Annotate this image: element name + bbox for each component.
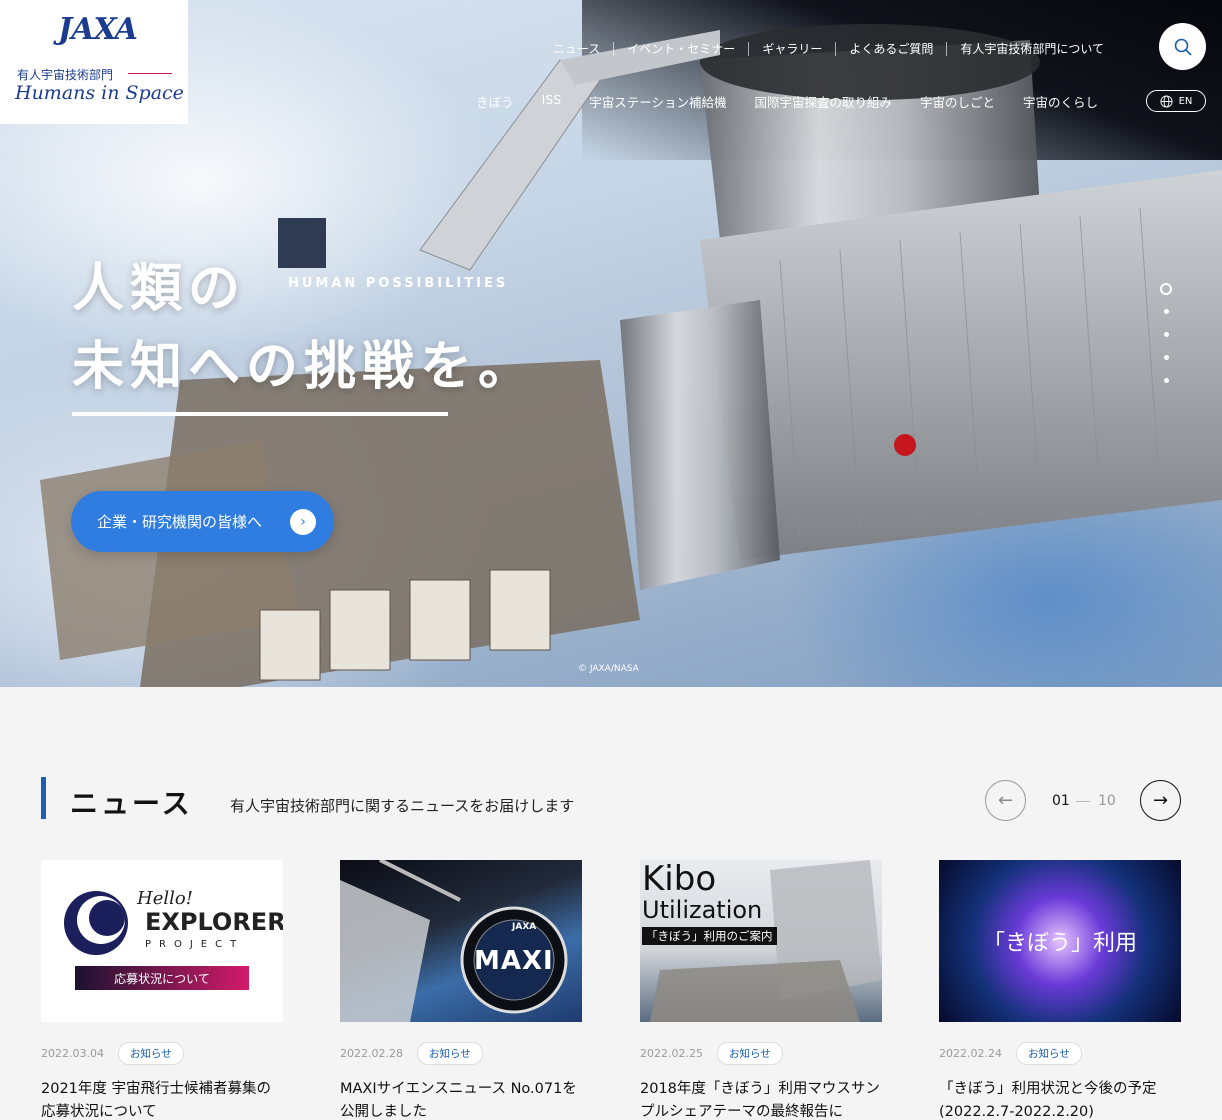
jaxa-logo: JAXA xyxy=(58,12,138,47)
thumb-hello-text: Hello! xyxy=(137,888,193,909)
news-card[interactable]: Hello! EXPLORERS PROJECT 応募状況について 2022.0… xyxy=(41,860,283,1120)
news-heading: ニュース xyxy=(70,787,193,820)
news-meta: 2022.02.28 お知らせ xyxy=(340,1041,582,1065)
main-nav-space-jobs[interactable]: 宇宙のしごと xyxy=(920,92,995,111)
thumb-kibo-text: Kibo xyxy=(642,860,717,899)
main-nav-space-life[interactable]: 宇宙のくらし xyxy=(1023,92,1098,111)
search-icon xyxy=(1174,38,1192,56)
main-nav-exploration[interactable]: 国際宇宙探査の取り組み xyxy=(754,92,892,111)
business-cta-button[interactable]: 企業・研究機関の皆様へ › xyxy=(71,491,334,552)
globe-icon xyxy=(1160,94,1173,108)
news-page-current: 01 xyxy=(1052,793,1070,809)
news-category-badge[interactable]: お知らせ xyxy=(416,1041,483,1065)
top-nav-about[interactable]: 有人宇宙技術部門について xyxy=(946,42,1117,56)
top-nav-events[interactable]: イベント・セミナー xyxy=(613,42,748,56)
news-date: 2022.02.28 xyxy=(340,1046,403,1060)
slide-indicator xyxy=(1160,283,1172,401)
thumb-kibo-label: 「きぼう」利用のご案内 xyxy=(642,927,777,945)
main-nav: きぼう ISS 宇宙ステーション補給機 国際宇宙探査の取り組み 宇宙のしごと 宇… xyxy=(476,92,1098,111)
explorers-emblem-icon xyxy=(64,891,128,955)
top-nav-gallery[interactable]: ギャラリー xyxy=(748,42,835,56)
news-title[interactable]: 2018年度「きぼう」利用マウスサンプルシェアテーマの最終報告に xyxy=(640,1078,882,1120)
news-next-button[interactable]: → xyxy=(1140,780,1181,821)
news-card[interactable]: Kibo Utilization 「きぼう」利用のご案内 2022.02.25 … xyxy=(640,860,882,1120)
top-nav-news[interactable]: ニュース xyxy=(540,42,613,56)
hero-subtitle: HUMAN POSSIBILITIES xyxy=(288,276,509,291)
thumb-maxi-text: MAXI xyxy=(474,946,554,976)
utility-nav: ニュース イベント・セミナー ギャラリー よくあるご質問 有人宇宙技術部門につい… xyxy=(540,42,1117,56)
news-title[interactable]: 「きぼう」利用状況と今後の予定(2022.2.7-2022.2.20) xyxy=(939,1078,1181,1120)
section-accent-bar xyxy=(41,777,46,819)
search-button[interactable] xyxy=(1159,23,1206,70)
arrow-left-icon: ← xyxy=(997,790,1014,811)
news-card[interactable]: 「きぼう」利用 2022.02.24 お知らせ 「きぼう」利用状況と今後の予定(… xyxy=(939,860,1181,1120)
news-page-total: 10 xyxy=(1098,793,1116,809)
top-nav-faq[interactable]: よくあるご質問 xyxy=(835,42,946,56)
news-meta: 2022.03.04 お知らせ xyxy=(41,1041,283,1065)
news-card[interactable]: JAXA MAXI 2022.02.28 お知らせ MAXIサイエンスニュース … xyxy=(340,860,582,1120)
image-credit: © JAXA/NASA xyxy=(578,664,639,674)
hero-section: JAXA 有人宇宙技術部門 Humans in Space ニュース イベント・… xyxy=(0,0,1222,687)
news-category-badge[interactable]: お知らせ xyxy=(716,1041,783,1065)
thumb-explorers-text: EXPLORERS xyxy=(145,908,283,936)
hero-headline: 人類の 未知への挑戦を。 xyxy=(72,250,536,406)
site-logo[interactable]: JAXA 有人宇宙技術部門 Humans in Space xyxy=(0,0,188,124)
news-meta: 2022.02.25 お知らせ xyxy=(640,1041,882,1065)
arrow-right-icon: → xyxy=(1152,790,1169,811)
pager-separator xyxy=(1076,801,1090,802)
news-thumbnail: 「きぼう」利用 xyxy=(939,860,1181,1022)
news-date: 2022.02.25 xyxy=(640,1046,703,1060)
hero-underline xyxy=(72,412,448,416)
slide-dot-1[interactable] xyxy=(1160,283,1172,295)
main-nav-kibo[interactable]: きぼう xyxy=(476,92,514,111)
news-thumbnail: JAXA MAXI xyxy=(340,860,582,1022)
news-date: 2022.03.04 xyxy=(41,1046,104,1060)
hero-headline-line2: 未知への挑戦を。 xyxy=(72,337,537,397)
thumb-badge-top: JAXA xyxy=(512,922,537,932)
thumb-banner: 応募状況について xyxy=(75,966,249,990)
logo-divider xyxy=(128,73,172,74)
language-label: EN xyxy=(1178,95,1193,107)
thumb-project-text: PROJECT xyxy=(145,939,245,950)
main-nav-iss[interactable]: ISS xyxy=(542,92,562,111)
logo-dept-ja: 有人宇宙技術部門 xyxy=(17,68,114,82)
iss-thumb-image xyxy=(340,860,568,1022)
news-title[interactable]: MAXIサイエンスニュース No.071を公開しました xyxy=(340,1078,582,1120)
slide-dot-4[interactable] xyxy=(1163,355,1169,360)
slide-dot-2[interactable] xyxy=(1163,309,1169,314)
news-category-badge[interactable]: お知らせ xyxy=(1015,1041,1082,1065)
slide-dot-3[interactable] xyxy=(1163,332,1169,337)
cta-label: 企業・研究機関の皆様へ xyxy=(97,513,263,531)
news-thumbnail: Hello! EXPLORERS PROJECT 応募状況について xyxy=(41,860,283,1022)
news-title[interactable]: 2021年度 宇宙飛行士候補者募集の応募状況について xyxy=(41,1078,283,1120)
chevron-right-icon: › xyxy=(290,509,316,535)
thumb-kibo-use-text: 「きぼう」利用 xyxy=(982,931,1137,956)
news-thumbnail: Kibo Utilization 「きぼう」利用のご案内 xyxy=(640,860,882,1022)
logo-dept-en: Humans in Space xyxy=(15,82,184,104)
slide-dot-5[interactable] xyxy=(1163,378,1169,383)
language-toggle[interactable]: EN xyxy=(1146,90,1206,112)
news-meta: 2022.02.24 お知らせ xyxy=(939,1041,1181,1065)
news-date: 2022.02.24 xyxy=(939,1046,1002,1060)
news-description: 有人宇宙技術部門に関するニュースをお届けします xyxy=(230,797,575,815)
thumb-utilization-text: Utilization xyxy=(642,896,763,924)
news-category-badge[interactable]: お知らせ xyxy=(117,1041,184,1065)
news-prev-button[interactable]: ← xyxy=(985,780,1026,821)
main-nav-htv[interactable]: 宇宙ステーション補給機 xyxy=(589,92,726,111)
